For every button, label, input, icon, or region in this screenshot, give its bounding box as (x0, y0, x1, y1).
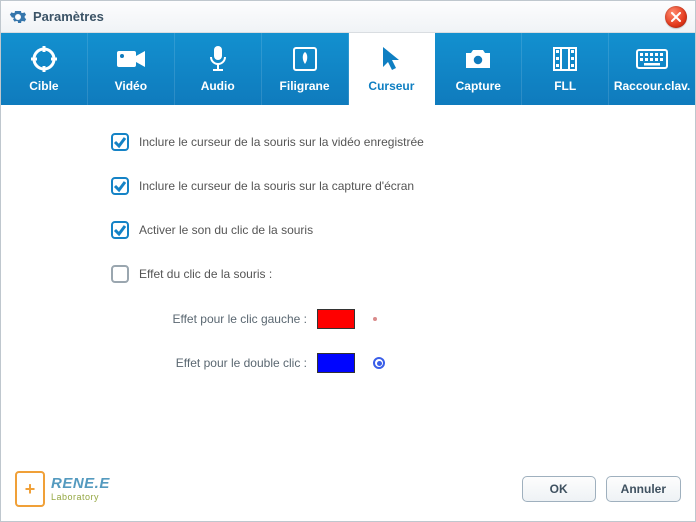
checkbox-click-effect[interactable] (111, 265, 129, 283)
tab-label: Raccour.clav. (614, 79, 691, 93)
tab-bar: Cible Vidéo Audio Filigrane Curseur Capture FL… (1, 33, 695, 105)
checkbox-row-include-capture: Inclure le curseur de la souris sur la c… (111, 177, 655, 195)
click-preview-dot (373, 317, 377, 321)
titlebar: Paramètres (1, 1, 695, 33)
tab-filigrane[interactable]: Filigrane (262, 33, 349, 105)
checkbox-click-sound[interactable] (111, 221, 129, 239)
settings-window: Paramètres Cible Vidéo Audio Filigrane Curse… (0, 0, 696, 522)
checkbox-row-click-sound: Activer le son du clic de la souris (111, 221, 655, 239)
label-double-click-color: Effet pour le double clic : (147, 356, 317, 370)
color-picker-double-click[interactable] (317, 353, 355, 373)
tab-label: FLL (554, 79, 576, 93)
tab-label: Curseur (368, 79, 414, 93)
label-click-effect: Effet du clic de la souris : (139, 267, 272, 281)
close-button[interactable] (665, 6, 687, 28)
photo-icon (463, 45, 493, 73)
tab-label: Cible (29, 79, 58, 93)
tab-raccourci[interactable]: Raccour.clav. (609, 33, 695, 105)
target-icon (30, 45, 58, 73)
row-double-click-color: Effet pour le double clic : (147, 353, 655, 373)
gear-icon (9, 8, 27, 26)
tab-fll[interactable]: FLL (522, 33, 609, 105)
microphone-icon (208, 45, 228, 73)
filmstrip-icon (552, 45, 578, 73)
checkbox-include-capture[interactable] (111, 177, 129, 195)
checkbox-row-click-effect: Effet du clic de la souris : (111, 265, 655, 283)
tab-video[interactable]: Vidéo (88, 33, 175, 105)
watermark-icon (292, 45, 318, 73)
ok-button[interactable]: OK (522, 476, 596, 502)
brand-logo: + RENE.E Laboratory (15, 471, 110, 507)
tab-curseur[interactable]: Curseur (349, 33, 436, 105)
label-click-sound: Activer le son du clic de la souris (139, 223, 313, 237)
brand-sub: Laboratory (51, 493, 110, 502)
brand-name: RENE.E (51, 476, 110, 491)
footer: + RENE.E Laboratory OK Annuler (1, 465, 695, 521)
label-include-capture: Inclure le curseur de la souris sur la c… (139, 179, 414, 193)
tab-label: Filigrane (280, 79, 330, 93)
tab-cible[interactable]: Cible (1, 33, 88, 105)
checkbox-row-include-video: Inclure le curseur de la souris sur la v… (111, 133, 655, 151)
double-click-preview-ring (373, 357, 385, 369)
tab-capture[interactable]: Capture (435, 33, 522, 105)
color-picker-left-click[interactable] (317, 309, 355, 329)
label-include-video: Inclure le curseur de la souris sur la v… (139, 135, 424, 149)
cancel-button[interactable]: Annuler (606, 476, 681, 502)
label-left-click-color: Effet pour le clic gauche : (147, 312, 317, 326)
tab-label: Capture (456, 79, 501, 93)
logo-badge-icon: + (15, 471, 45, 507)
checkbox-include-video[interactable] (111, 133, 129, 151)
tab-label: Audio (201, 79, 235, 93)
tab-audio[interactable]: Audio (175, 33, 262, 105)
camera-icon (116, 45, 146, 73)
tab-label: Vidéo (115, 79, 147, 93)
window-title: Paramètres (33, 9, 104, 24)
row-left-click-color: Effet pour le clic gauche : (147, 309, 655, 329)
cursor-icon (380, 45, 402, 73)
content-curseur: Inclure le curseur de la souris sur la v… (1, 105, 695, 465)
keyboard-icon (636, 45, 668, 73)
